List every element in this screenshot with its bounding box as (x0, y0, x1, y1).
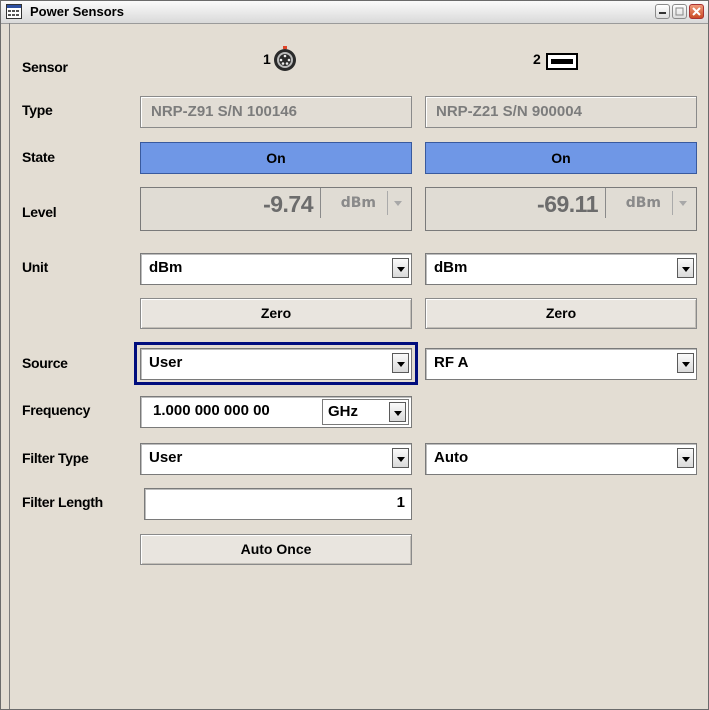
frequency-unit-select[interactable]: GHz (322, 399, 409, 425)
sensor-1-level-display: -9.74 dBm (140, 187, 412, 231)
sensor-1-level-value: -9.74 (263, 191, 313, 217)
sensor-1-type-value: NRP-Z91 S/N 100146 (151, 103, 297, 120)
sensor-1-frequency-field[interactable]: 1.000 000 000 00 GHz (140, 396, 412, 428)
sensor-1-filter-length-input[interactable]: 1 (144, 488, 412, 520)
sensor-2-number: 2 (533, 51, 541, 67)
dropdown-arrow-icon[interactable] (677, 353, 694, 373)
dropdown-arrow-icon[interactable] (677, 448, 694, 468)
sensor-1-source-select[interactable]: User (140, 348, 412, 380)
sensor-2-unit-value: dBm (434, 259, 468, 276)
sensor-1-filter-length-value: 1 (396, 494, 405, 511)
window-icon (6, 4, 22, 19)
sensor-2-level-value: -69.11 (537, 191, 598, 217)
level-label: Level (22, 204, 57, 220)
sensor-label: Sensor (22, 59, 68, 75)
close-icon (692, 7, 701, 16)
sensor-1-unit-select[interactable]: dBm (140, 253, 412, 285)
sensor-1-filter-type-value: User (149, 449, 183, 466)
sensor-2-level-display: -69.11 dBm (425, 187, 697, 231)
sensor-2-zero-button[interactable]: Zero (425, 298, 697, 329)
level-separator (605, 188, 606, 218)
unit-label: Unit (22, 259, 49, 275)
sensor-2-type-value: NRP-Z21 S/N 900004 (436, 103, 582, 120)
sensor-1-zero-button[interactable]: Zero (140, 298, 412, 329)
sensor-1-filter-type-select[interactable]: User (140, 443, 412, 475)
filter-type-label: Filter Type (22, 450, 89, 466)
window-title: Power Sensors (30, 4, 124, 19)
maximize-icon (675, 7, 684, 16)
dropdown-arrow-icon[interactable] (392, 353, 409, 373)
level-separator (320, 188, 321, 218)
dropdown-arrow-icon[interactable] (677, 258, 694, 278)
maximize-button[interactable] (672, 4, 687, 19)
sensor-2-state-button[interactable]: On (425, 142, 697, 174)
sensor-2-source-value: RF A (434, 354, 469, 371)
round-connector-icon (274, 46, 296, 71)
minimize-icon (659, 12, 666, 14)
sensor-1-level-unit-dropdown-icon (387, 191, 409, 215)
type-label: Type (22, 102, 53, 118)
sensor-2-level-unit: dBm (625, 195, 661, 211)
frequency-label: Frequency (22, 402, 91, 418)
close-button[interactable] (689, 4, 704, 19)
sensor-2-filter-type-select[interactable]: Auto (425, 443, 697, 475)
sensor-1-type-field: NRP-Z91 S/N 100146 (140, 96, 412, 128)
sensor-1-level-unit: dBm (340, 195, 376, 211)
dropdown-arrow-icon[interactable] (392, 258, 409, 278)
sensor-1-state-button[interactable]: On (140, 142, 412, 174)
title-bar[interactable]: Power Sensors (1, 1, 708, 24)
sensor-2-level-unit-dropdown-icon (672, 191, 694, 215)
dropdown-arrow-icon[interactable] (392, 448, 409, 468)
dropdown-arrow-icon[interactable] (389, 402, 406, 422)
power-sensors-window: Power Sensors Sensor Type State Level Un… (0, 0, 709, 710)
sensor-2-unit-select[interactable]: dBm (425, 253, 697, 285)
sensor-2-filter-type-value: Auto (434, 449, 469, 466)
state-label: State (22, 149, 55, 165)
frequency-unit-value: GHz (328, 403, 358, 420)
minimize-button[interactable] (655, 4, 670, 19)
sensor-2-type-field: NRP-Z21 S/N 900004 (425, 96, 697, 128)
sensor-2-source-select[interactable]: RF A (425, 348, 697, 380)
panel-edge (9, 23, 10, 709)
sensor-1-unit-value: dBm (149, 259, 183, 276)
sensor-1-frequency-value: 1.000 000 000 00 (153, 402, 270, 419)
auto-once-button[interactable]: Auto Once (140, 534, 412, 565)
usb-connector-icon (546, 53, 578, 70)
sensor-1-number: 1 (263, 51, 271, 67)
sensor-1-source-value: User (149, 354, 183, 371)
source-label: Source (22, 355, 68, 371)
filter-length-label: Filter Length (22, 494, 103, 510)
